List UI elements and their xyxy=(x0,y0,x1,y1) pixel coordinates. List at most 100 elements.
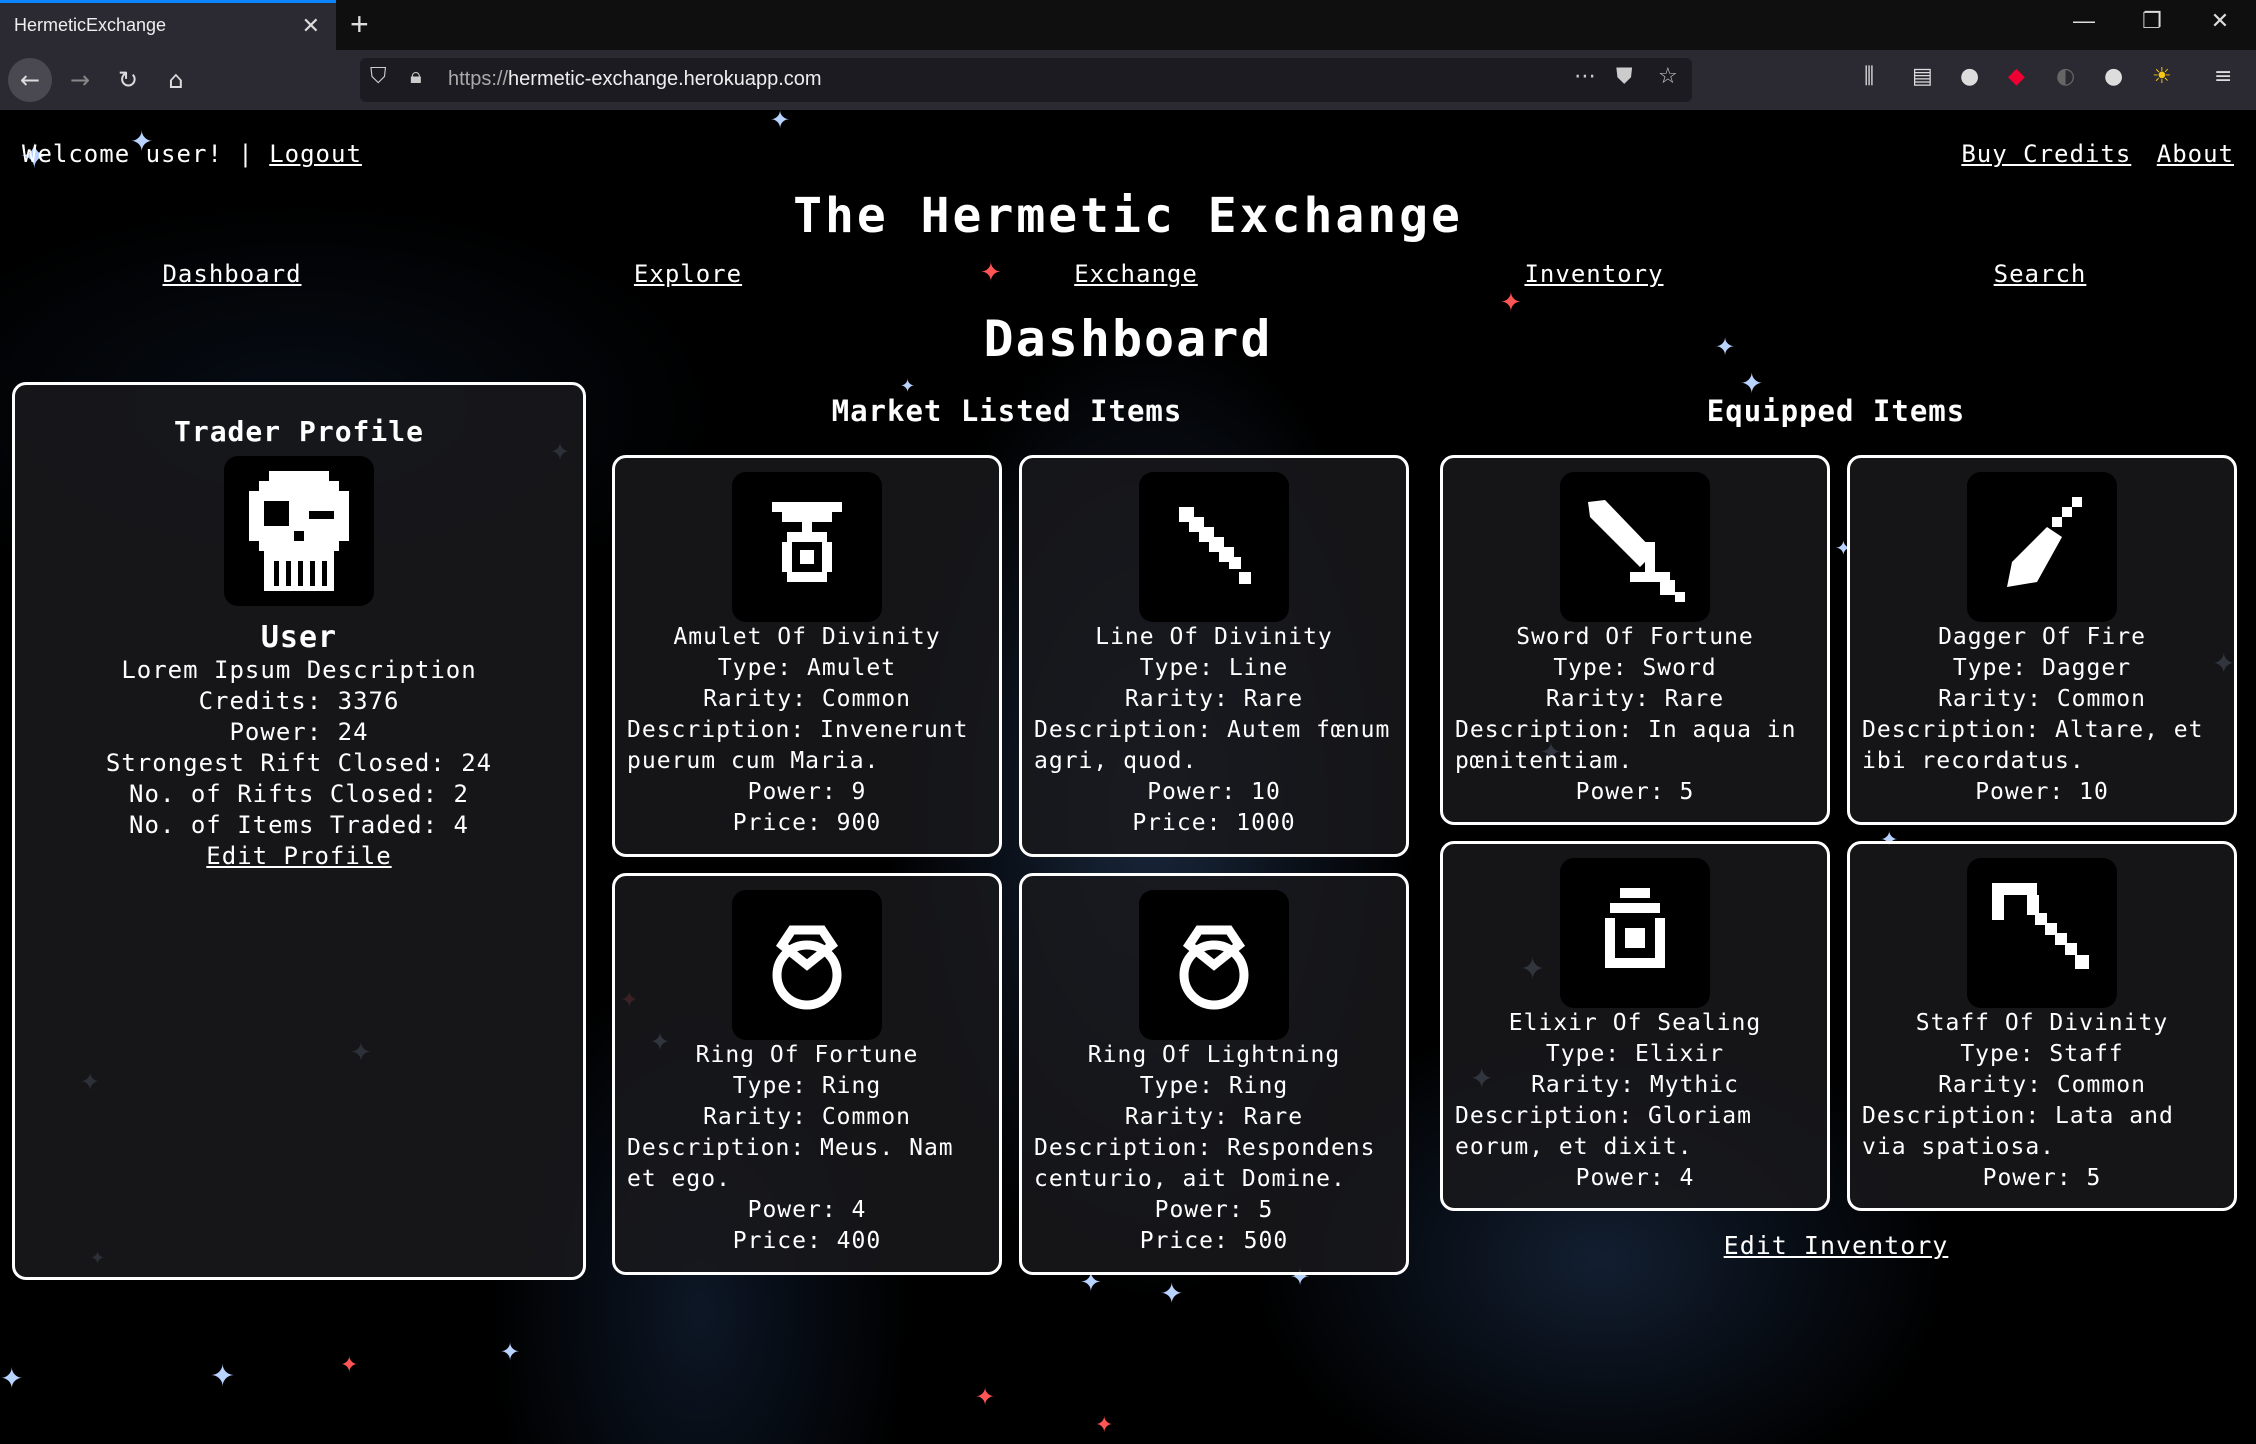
top-links: Buy Credits About xyxy=(1951,140,2234,168)
item-type: Type: Line xyxy=(1139,655,1289,681)
star-decoration: ✦ xyxy=(975,1383,996,1411)
nav-search[interactable]: Search xyxy=(1994,260,2087,288)
item-rarity: Rarity: Common xyxy=(703,1104,911,1130)
item-type: Type: Ring xyxy=(732,1073,882,1099)
nav-explore[interactable]: Explore xyxy=(634,260,742,288)
ring-icon xyxy=(732,890,882,1040)
separator: | xyxy=(238,140,254,168)
star-decoration: ✦ xyxy=(500,1338,521,1366)
close-tab-icon[interactable]: ✕ xyxy=(302,13,320,39)
address-bar[interactable]: ⛉ 🔒︎ https://hermetic-exchange.herokuapp… xyxy=(360,58,1692,102)
nav-exchange[interactable]: Exchange xyxy=(1074,260,1198,288)
item-rarity: Rarity: Common xyxy=(1938,686,2146,712)
reload-icon[interactable]: ↻ xyxy=(110,62,146,98)
item-name: Elixir Of Sealing xyxy=(1508,1010,1762,1036)
minimize-icon[interactable]: — xyxy=(2064,8,2104,34)
item-rarity: Rarity: Common xyxy=(1938,1072,2146,1098)
market-item-card[interactable]: Amulet Of Divinity Type: Amulet Rarity: … xyxy=(612,455,1002,857)
item-type: Type: Dagger xyxy=(1952,655,2132,681)
url-text[interactable]: https://hermetic-exchange.herokuapp.com xyxy=(448,68,822,91)
welcome-bar: Welcome user! | Logout xyxy=(22,140,362,168)
item-description: Description: Invenerunt puerum cum Maria… xyxy=(627,717,969,774)
shield-icon[interactable]: ⛉ xyxy=(370,64,387,89)
ublock-icon[interactable]: ◆ xyxy=(2008,64,2025,89)
sword-icon xyxy=(1560,472,1710,622)
more-actions-icon[interactable]: ⋯ xyxy=(1574,64,1596,89)
item-power: Power: 9 xyxy=(747,779,867,805)
logout-link[interactable]: Logout xyxy=(269,140,362,168)
item-price: Price: 500 xyxy=(1139,1228,1289,1254)
profile-description: Lorem Ipsum Description xyxy=(121,656,477,684)
page-viewport: ✦✦✦✦✦✦✦✦✦✦✦✦✦✦✦✦✦✦✦✦✦✦✦✦✦✦✦✦✦ Welcome us… xyxy=(0,110,2256,1444)
star-decoration: ✦ xyxy=(1160,1277,1184,1310)
equipped-item-card[interactable]: Staff Of Divinity Type: Staff Rarity: Co… xyxy=(1847,841,2237,1211)
url-scheme: https:// xyxy=(448,68,509,90)
browser-toolbar: ← → ↻ ⌂ ⛉ 🔒︎ https://hermetic-exchange.h… xyxy=(0,50,2256,110)
item-power: Power: 5 xyxy=(1982,1165,2102,1191)
bookmark-star-icon[interactable]: ☆ xyxy=(1658,64,1678,89)
dagger-icon xyxy=(1967,472,2117,622)
page-title: Dashboard xyxy=(983,310,1273,368)
star-decoration: ✦ xyxy=(770,110,791,134)
item-description: Description: Meus. Nam et ego. xyxy=(627,1135,954,1192)
nav-dashboard[interactable]: Dashboard xyxy=(162,260,301,288)
close-window-icon[interactable]: ✕ xyxy=(2200,8,2240,34)
item-name: Line Of Divinity xyxy=(1095,624,1333,650)
item-type: Type: Staff xyxy=(1960,1041,2124,1067)
library-icon[interactable]: ⫼ xyxy=(1864,64,1874,89)
item-type: Type: Ring xyxy=(1139,1073,1289,1099)
item-power: Power: 5 xyxy=(1575,779,1695,805)
equipped-item-card[interactable]: Elixir Of Sealing Type: Elixir Rarity: M… xyxy=(1440,841,1830,1211)
nav-inventory[interactable]: Inventory xyxy=(1524,260,1663,288)
item-power: Power: 5 xyxy=(1154,1197,1274,1223)
item-price: Price: 1000 xyxy=(1132,810,1296,836)
sidebar-icon[interactable]: ▤ xyxy=(1912,64,1933,89)
sun-icon[interactable]: ☀ xyxy=(2152,64,2172,89)
item-rarity: Rarity: Rare xyxy=(1545,686,1725,712)
market-item-card[interactable]: Line Of Divinity Type: Line Rarity: Rare… xyxy=(1019,455,1409,857)
item-rarity: Rarity: Common xyxy=(703,686,911,712)
profile-rifts-closed: No. of Rifts Closed: 2 xyxy=(129,780,469,808)
menu-icon[interactable]: ≡ xyxy=(2214,64,2232,89)
profile-credits: Credits: 3376 xyxy=(198,687,400,715)
item-rarity: Rarity: Mythic xyxy=(1531,1072,1739,1098)
market-item-card[interactable]: Ring Of Fortune Type: Ring Rarity: Commo… xyxy=(612,873,1002,1275)
item-name: Staff Of Divinity xyxy=(1915,1010,2169,1036)
forward-icon[interactable]: → xyxy=(62,62,98,98)
equipped-heading: Equipped Items xyxy=(1706,394,1966,428)
star-decoration: ✦ xyxy=(0,1362,24,1395)
new-tab-icon[interactable]: + xyxy=(350,6,369,43)
item-power: Power: 10 xyxy=(1147,779,1281,805)
back-icon[interactable]: ← xyxy=(8,58,52,102)
ring-icon xyxy=(1139,890,1289,1040)
item-type: Type: Amulet xyxy=(717,655,897,681)
account-icon[interactable]: ● xyxy=(1960,64,1979,89)
extension-icon[interactable]: ◐ xyxy=(2056,64,2075,89)
item-rarity: Rarity: Rare xyxy=(1124,1104,1304,1130)
star-decoration: ✦ xyxy=(980,258,1002,288)
browser-tab[interactable]: HermeticExchange ✕ xyxy=(0,0,336,50)
item-type: Type: Sword xyxy=(1553,655,1717,681)
equipped-item-card[interactable]: Dagger Of Fire Type: Dagger Rarity: Comm… xyxy=(1847,455,2237,825)
market-item-card[interactable]: Ring Of Lightning Type: Ring Rarity: Rar… xyxy=(1019,873,1409,1275)
item-type: Type: Elixir xyxy=(1545,1041,1725,1067)
item-power: Power: 4 xyxy=(1575,1165,1695,1191)
item-description: Description: Respondens centurio, ait Do… xyxy=(1034,1135,1376,1192)
amulet-icon xyxy=(732,472,882,622)
edit-inventory-link[interactable]: Edit Inventory xyxy=(1724,1231,1949,1260)
item-name: Ring Of Lightning xyxy=(1087,1042,1341,1068)
about-link[interactable]: About xyxy=(2157,140,2234,168)
home-icon[interactable]: ⌂ xyxy=(158,62,194,98)
buy-credits-link[interactable]: Buy Credits xyxy=(1961,140,2131,168)
elixir-icon xyxy=(1560,858,1710,1008)
tab-title: HermeticExchange xyxy=(14,15,167,35)
welcome-text: Welcome user! xyxy=(22,140,223,168)
pocket-icon[interactable]: ⛊ xyxy=(1616,64,1633,89)
equipped-item-card[interactable]: Sword Of Fortune Type: Sword Rarity: Rar… xyxy=(1440,455,1830,825)
item-description: Description: Lata and via spatiosa. xyxy=(1862,1103,2174,1160)
restore-icon[interactable]: ❐ xyxy=(2132,8,2172,34)
edit-profile-link[interactable]: Edit Profile xyxy=(206,842,391,870)
chat-extension-icon[interactable]: ● xyxy=(2104,64,2123,89)
item-description: Description: In aqua in pœnitentiam. xyxy=(1455,717,1797,774)
item-description: Description: Gloriam eorum, et dixit. xyxy=(1455,1103,1752,1160)
